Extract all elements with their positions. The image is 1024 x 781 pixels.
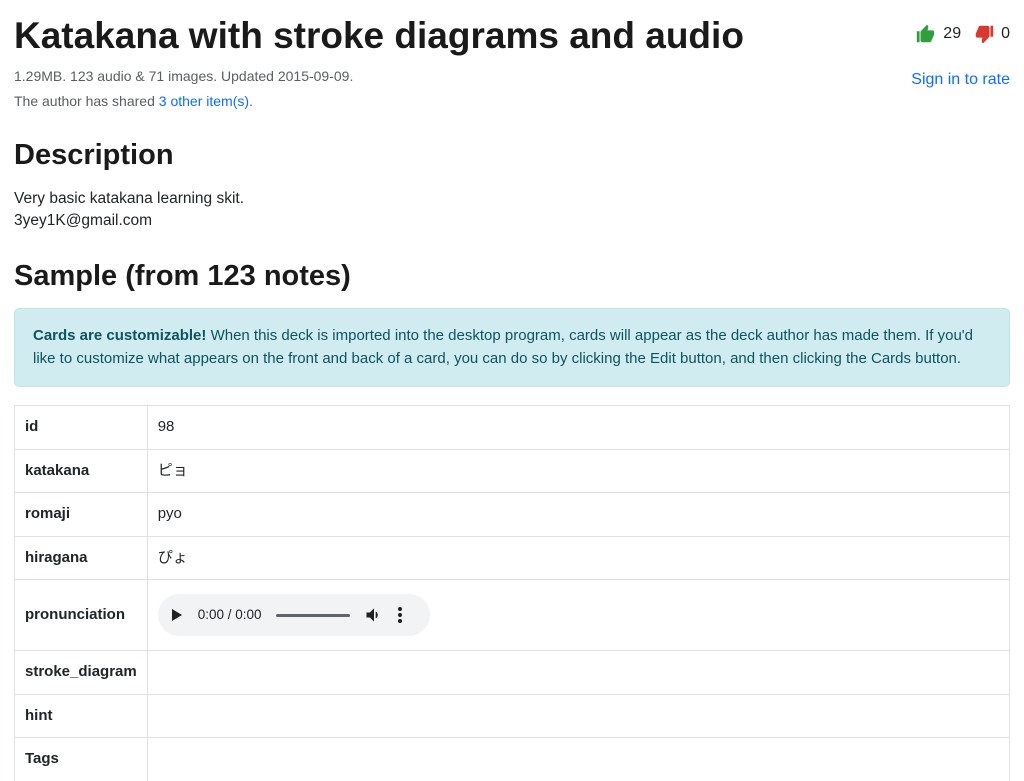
sign-in-link[interactable]: Sign in to rate [911,71,1010,88]
downvote-count: 0 [1001,22,1010,46]
description-heading: Description [14,134,1010,178]
field-value: pyo [147,493,1009,537]
field-value: 98 [147,406,1009,450]
audio-player[interactable]: 0:00 / 0:00 [158,594,430,636]
sample-table: id 98 katakana ピョ romaji pyo hiragana ぴょ… [14,405,1010,781]
audio-time: 0:00 / 0:00 [198,605,262,625]
field-value [147,738,1009,781]
table-row: id 98 [15,406,1010,450]
author-shared-suffix: . [249,93,253,109]
thumbs-up-icon[interactable] [915,23,937,45]
audio-seek-track[interactable] [276,614,350,617]
alert-strong: Cards are customizable! [33,327,206,344]
table-row: hiragana ぴょ [15,536,1010,580]
field-label: id [15,406,148,450]
field-value: ぴょ [147,536,1009,580]
field-label: pronunciation [15,580,148,651]
info-alert: Cards are customizable! When this deck i… [14,308,1010,387]
author-shared-prefix: The author has shared [14,93,159,109]
table-row: stroke_diagram [15,651,1010,695]
page-title: Katakana with stroke diagrams and audio [14,14,891,58]
table-row: katakana ピョ [15,449,1010,493]
thumbs-down-icon[interactable] [973,23,995,45]
description-body: Very basic katakana learning skit.3yey1K… [14,188,1010,233]
meta-line: 1.29MB. 123 audio & 71 images. Updated 2… [14,66,891,87]
upvote-count: 29 [943,22,961,46]
field-label: Tags [15,738,148,781]
field-value: ピョ [147,449,1009,493]
volume-icon[interactable] [364,605,384,625]
other-items-link[interactable]: 3 other item(s) [159,93,249,109]
table-row: Tags [15,738,1010,781]
field-value: 0:00 / 0:00 [147,580,1009,651]
field-value [147,694,1009,738]
field-label: stroke_diagram [15,651,148,695]
field-label: hiragana [15,536,148,580]
table-row: pronunciation 0:00 / 0:00 [15,580,1010,651]
field-label: hint [15,694,148,738]
table-row: hint [15,694,1010,738]
kebab-menu-icon[interactable] [398,607,402,623]
author-shared: The author has shared 3 other item(s). [14,91,891,112]
table-row: romaji pyo [15,493,1010,537]
field-label: romaji [15,493,148,537]
field-label: katakana [15,449,148,493]
sample-heading: Sample (from 123 notes) [14,255,1010,299]
play-icon[interactable] [168,607,184,623]
field-value [147,651,1009,695]
